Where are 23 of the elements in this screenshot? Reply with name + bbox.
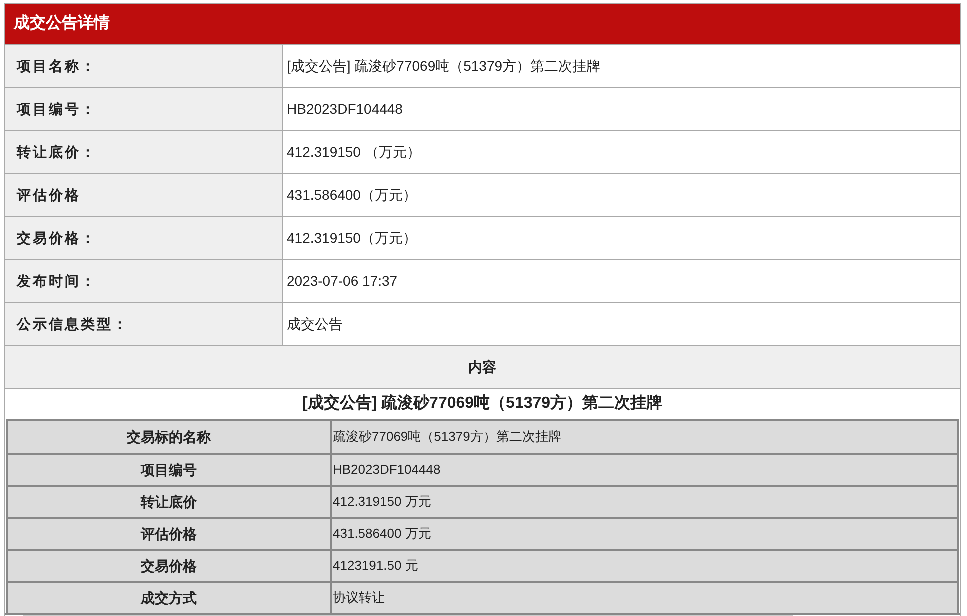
field-label: 公示信息类型： <box>5 303 283 345</box>
table-cell-text: 疏浚砂77069吨（51379方）第二次挂牌 <box>332 428 562 446</box>
field-value: 412.319150 （万元） <box>286 142 422 162</box>
field-label: 转让底价： <box>5 131 283 173</box>
field-label: 项目名称： <box>5 45 283 87</box>
field-label: 项目编号： <box>5 88 283 130</box>
field-value: 412.319150（万元） <box>286 228 418 248</box>
table-cell-text: HB2023DF104448 <box>332 461 442 480</box>
field-value: 2023-07-06 17:37 <box>286 272 399 290</box>
field-label: 评估价格 <box>5 174 283 216</box>
field-label: 交易价格： <box>5 217 283 259</box>
table-cell-text: 431.586400 万元 <box>332 525 432 544</box>
field-label: 发布时间： <box>5 260 283 302</box>
table-cell-text: 412.319150 万元 <box>332 493 432 512</box>
field-value: [成交公告] 疏浚砂77069吨（51379方）第二次挂牌 <box>286 56 602 76</box>
page-header: 成交公告详情 <box>5 4 960 44</box>
section-heading: 内容 <box>5 345 960 388</box>
field-value: 成交公告 <box>286 314 344 334</box>
table-cell-text: 4123191.50 元 <box>332 557 420 576</box>
announcement-title: [成交公告] 疏浚砂77069吨（51379方）第二次挂牌 <box>5 388 960 419</box>
field-value: 431.586400（万元） <box>286 186 418 204</box>
table-cell-text: 协议转让 <box>332 589 386 608</box>
field-value: HB2023DF104448 <box>286 100 404 118</box>
